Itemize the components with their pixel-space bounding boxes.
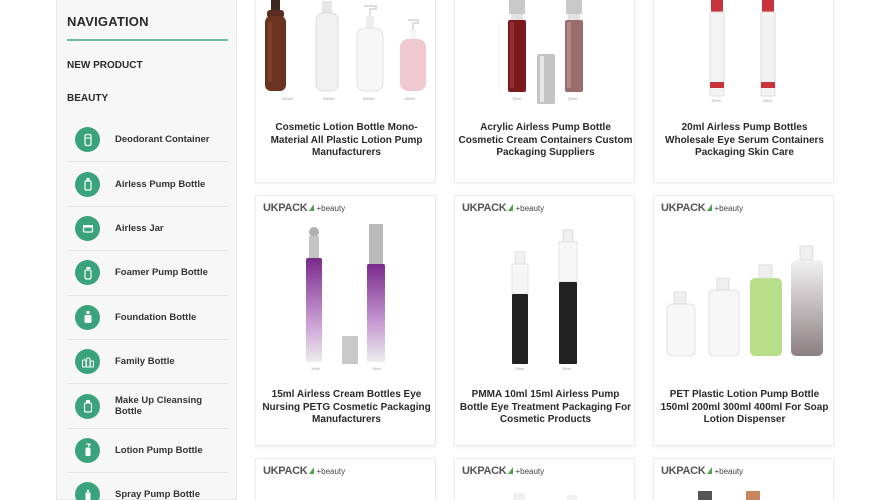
product-title[interactable]: Cosmetic Lotion Bottle Mono-Material All… bbox=[256, 122, 437, 160]
brand-logo: UKPACK +beauty bbox=[263, 202, 346, 214]
sidebar-item-spray-pump-bottle[interactable]: Spray Pump Bottle bbox=[67, 473, 228, 500]
brand-logo: UKPACK +beauty bbox=[462, 465, 545, 477]
sidebar-item-deodorant-container[interactable]: Deodorant Container bbox=[67, 118, 228, 163]
heading-underline bbox=[67, 39, 228, 41]
airless-pump-bottle-icon bbox=[75, 171, 100, 197]
product-title[interactable]: Acrylic Airless Pump Bottle Cosmetic Cre… bbox=[455, 122, 636, 160]
product-card[interactable]: UKPACK +beauty 10ml 15ml 15ml Airless Cre… bbox=[255, 195, 436, 446]
category-list: Deodorant Container Airless Pump Bottle … bbox=[67, 118, 228, 500]
svg-text:10ml: 10ml bbox=[515, 366, 524, 371]
brand-logo: UKPACK +beauty bbox=[263, 465, 346, 477]
sidebar-item-label: Airless Pump Bottle bbox=[115, 178, 206, 190]
svg-text:10ml: 10ml bbox=[311, 366, 320, 371]
product-title[interactable]: 20ml Airless Pump Bottles Wholesale Eye … bbox=[654, 122, 835, 160]
svg-text:300ml: 300ml bbox=[363, 96, 374, 101]
sidebar-item-foamer-pump-bottle[interactable]: Foamer Pump Bottle bbox=[67, 251, 228, 296]
svg-text:15ml: 15ml bbox=[512, 96, 521, 101]
deodorant-container-icon bbox=[75, 127, 100, 153]
brand-logo: UKPACK +beauty bbox=[661, 202, 744, 214]
sidebar-item-family-bottle[interactable]: Family Bottle bbox=[67, 340, 228, 385]
sidebar-item-label: Deodorant Container bbox=[115, 134, 210, 146]
sidebar-item-label: Family Bottle bbox=[115, 356, 175, 368]
family-bottle-icon bbox=[75, 349, 100, 375]
cleansing-bottle-icon bbox=[75, 393, 100, 419]
category-sidebar: NAVIGATION NEW PRODUCT BEAUTY Deodorant … bbox=[56, 0, 237, 500]
foundation-bottle-icon bbox=[75, 304, 100, 330]
product-card[interactable]: UKPACK +beauty 10ml 15ml PMMA 10ml 15ml A… bbox=[454, 195, 635, 446]
sidebar-item-airless-jar[interactable]: Airless Jar bbox=[67, 207, 228, 252]
airless-jar-icon bbox=[75, 215, 100, 241]
product-title[interactable]: 15ml Airless Cream Bottles Eye Nursing P… bbox=[256, 389, 437, 427]
svg-text:30ml: 30ml bbox=[568, 96, 577, 101]
product-title[interactable]: PET Plastic Lotion Pump Bottle 150ml 200… bbox=[654, 389, 835, 427]
product-card[interactable]: UKPACK +beauty bbox=[454, 458, 635, 500]
foamer-pump-bottle-icon bbox=[75, 260, 100, 286]
sidebar-item-foundation-bottle[interactable]: Foundation Bottle bbox=[67, 296, 228, 340]
sidebar-item-label: Spray Pump Bottle bbox=[115, 489, 200, 500]
sidebar-item-lotion-pump-bottle[interactable]: Lotion Pump Bottle bbox=[67, 429, 228, 474]
product-title[interactable]: PMMA 10ml 15ml Airless Pump Bottle Eye T… bbox=[455, 389, 636, 427]
product-image: 10ml 15ml bbox=[455, 218, 636, 373]
lotion-pump-bottle-icon bbox=[75, 437, 100, 463]
product-image bbox=[455, 489, 636, 500]
svg-text:15ml: 15ml bbox=[372, 366, 381, 371]
product-card[interactable]: UKPACK +beauty PET Plastic Lotion Pump Bo… bbox=[653, 195, 834, 446]
product-card[interactable]: 20ml 20ml 20ml Airless Pump Bottles Whol… bbox=[653, 0, 834, 183]
brand-logo: UKPACK +beauty bbox=[462, 202, 545, 214]
product-image: 10ml 15ml bbox=[256, 218, 437, 373]
product-card[interactable]: UKPACK +beauty bbox=[255, 458, 436, 500]
product-card[interactable]: 500ml 400ml 300ml 150ml Cosmetic Lotion … bbox=[255, 0, 436, 183]
product-image: 500ml 400ml 300ml 150ml bbox=[256, 0, 437, 106]
nav-link-beauty[interactable]: BEAUTY bbox=[67, 93, 108, 104]
sidebar-item-label: Foundation Bottle bbox=[115, 311, 197, 323]
sidebar-item-airless-pump-bottle[interactable]: Airless Pump Bottle bbox=[67, 162, 228, 207]
svg-text:15ml: 15ml bbox=[562, 366, 571, 371]
nav-link-new-product[interactable]: NEW PRODUCT bbox=[67, 60, 143, 71]
svg-text:150ml: 150ml bbox=[404, 96, 415, 101]
sidebar-item-label: Make Up Cleansing Bottle bbox=[115, 395, 203, 418]
product-image bbox=[654, 218, 835, 373]
product-image: 15ml 30ml bbox=[455, 0, 636, 106]
brand-logo: UKPACK +beauty bbox=[661, 465, 744, 477]
sidebar-item-label: Lotion Pump Bottle bbox=[115, 444, 203, 456]
product-card[interactable]: 15ml 30ml Acrylic Airless Pump Bottle Co… bbox=[454, 0, 635, 183]
svg-text:400ml: 400ml bbox=[323, 96, 334, 101]
sidebar-item-label: Airless Jar bbox=[115, 222, 164, 234]
sidebar-item-label: Foamer Pump Bottle bbox=[115, 267, 208, 279]
sidebar-item-make-up-cleansing-bottle[interactable]: Make Up Cleansing Bottle bbox=[67, 384, 228, 429]
svg-text:20ml: 20ml bbox=[712, 98, 721, 103]
spray-pump-bottle-icon bbox=[75, 482, 100, 500]
product-image bbox=[654, 489, 835, 500]
product-image: 20ml 20ml bbox=[654, 0, 835, 106]
svg-text:20ml: 20ml bbox=[763, 98, 772, 103]
navigation-heading: NAVIGATION bbox=[67, 14, 149, 29]
product-card[interactable]: UKPACK +beauty bbox=[653, 458, 834, 500]
svg-text:500ml: 500ml bbox=[282, 96, 293, 101]
